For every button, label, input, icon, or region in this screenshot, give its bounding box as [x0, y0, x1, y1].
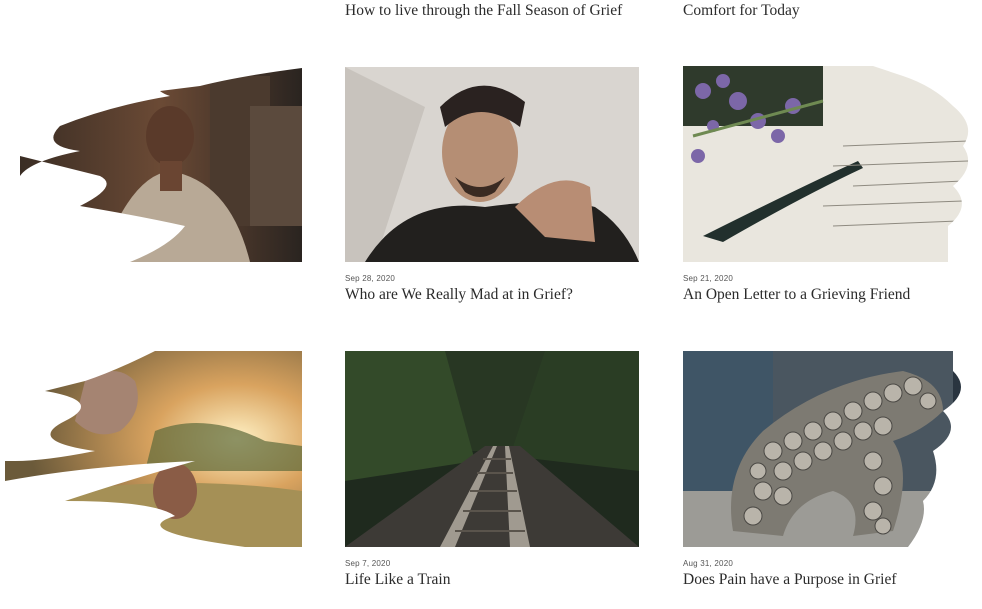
post-image-teddy-bear[interactable] [5, 351, 302, 547]
post-title-pain-purpose[interactable]: Does Pain have a Purpose in Grief [683, 571, 897, 589]
post-title-mad-in-grief[interactable]: Who are We Really Mad at in Grief? [345, 286, 573, 304]
post-title-fall-season[interactable]: How to live through the Fall Season of G… [345, 2, 622, 20]
post-image-stone-sculpture[interactable] [683, 351, 977, 547]
post-image-train-tracks[interactable] [345, 351, 639, 547]
post-image-letter[interactable] [683, 66, 977, 262]
post-date: Sep 28, 2020 [345, 274, 395, 283]
post-image-man[interactable] [345, 67, 639, 262]
post-date: Sep 21, 2020 [683, 274, 733, 283]
post-date: Aug 31, 2020 [683, 559, 733, 568]
post-title-open-letter[interactable]: An Open Letter to a Grieving Friend [683, 286, 910, 304]
post-title-train[interactable]: Life Like a Train [345, 571, 450, 589]
post-date: Sep 7, 2020 [345, 559, 391, 568]
post-title-comfort[interactable]: Comfort for Today [683, 2, 800, 20]
post-image-woman[interactable] [20, 66, 302, 262]
